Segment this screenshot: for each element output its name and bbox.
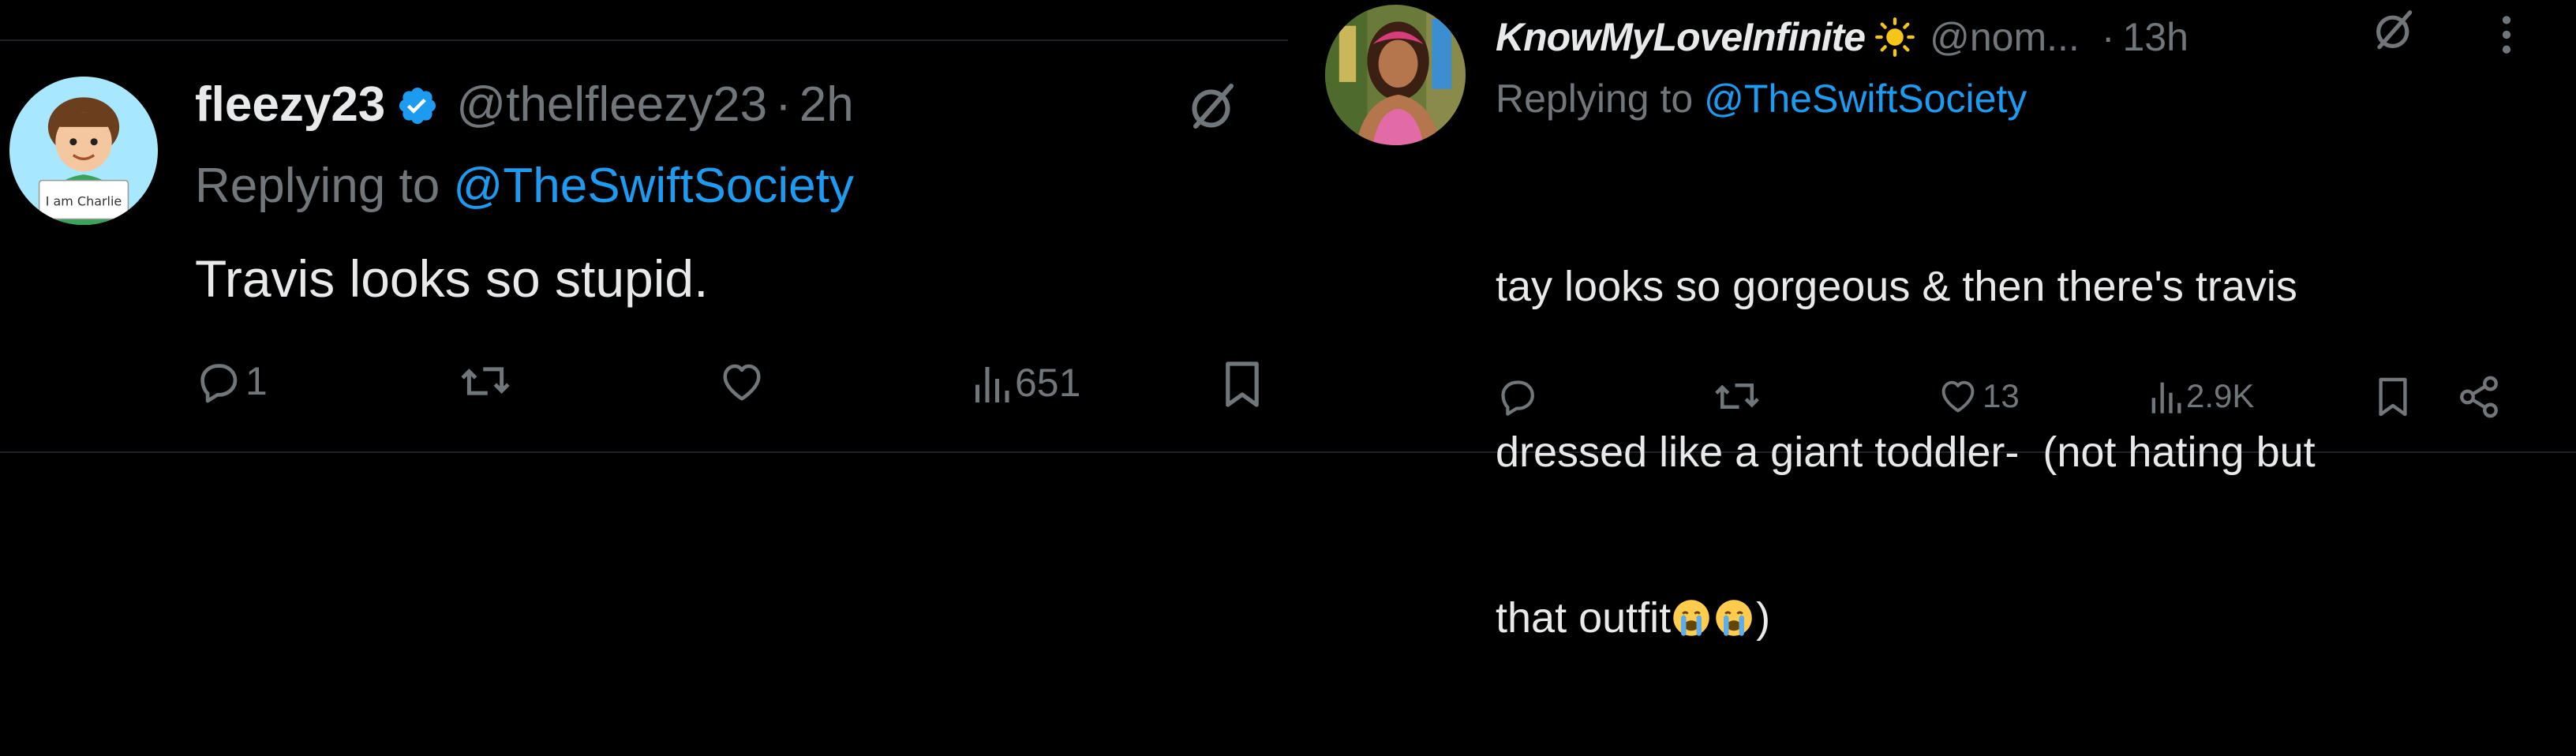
- replying-prefix: Replying to: [195, 159, 440, 213]
- cartoon-boy-holding-sign-avatar: I am Charlie: [9, 77, 158, 225]
- like-count: 13: [1983, 377, 2020, 414]
- timestamp[interactable]: 13h: [2122, 14, 2188, 60]
- grok-slash-icon[interactable]: [2369, 6, 2418, 55]
- separator-dot: ·: [775, 77, 792, 132]
- retweet-icon: [461, 367, 510, 395]
- top-divider: [0, 39, 1288, 41]
- bookmark-button[interactable]: [1222, 359, 1263, 410]
- replying-to-mention[interactable]: @TheSwiftSociety: [1704, 77, 2027, 121]
- handle[interactable]: @nom...: [1930, 14, 2080, 60]
- tweet-knowmyloveinfinite[interactable]: KnowMyLoveInfinite @nom... · 13h Replyin…: [1288, 0, 2576, 642]
- avatar-sign-text: I am Charlie: [46, 194, 122, 209]
- replying-prefix: Replying to: [1496, 77, 1694, 121]
- person-photo-avatar: [1325, 5, 1466, 145]
- heart-icon: [723, 364, 761, 401]
- views-button[interactable]: 651: [971, 359, 1080, 406]
- tweet-text-segment: that outfit: [1496, 594, 1672, 642]
- retweet-button[interactable]: [458, 355, 516, 407]
- more-vertical-icon[interactable]: [2497, 13, 2516, 57]
- bottom-divider: [0, 451, 1288, 453]
- share-button[interactable]: [2456, 374, 2502, 420]
- separator-dot: ·: [2101, 15, 2115, 59]
- tweet-text-line: that outfit😭😭): [1496, 590, 2522, 646]
- timestamp[interactable]: 2h: [799, 77, 854, 133]
- crying-face-emoji-icon: [1713, 597, 1754, 638]
- reply-count: 1: [245, 359, 268, 403]
- display-name[interactable]: KnowMyLoveInfinite: [1496, 14, 1866, 60]
- replying-to-mention[interactable]: @TheSwiftSociety: [453, 159, 853, 213]
- views-count: 651: [1015, 361, 1081, 405]
- avatar[interactable]: I am Charlie: [9, 77, 158, 225]
- views-button[interactable]: 2.9K: [2148, 376, 2254, 417]
- tweet-text-line: dressed like a giant toddler- (not hatin…: [1496, 429, 2316, 476]
- retweet-icon: [1715, 384, 1759, 409]
- reply-button[interactable]: [1495, 374, 1542, 418]
- replying-to: Replying to @TheSwiftSociety: [195, 158, 854, 214]
- tweet-text: tay looks so gorgeous & then there's tra…: [1496, 148, 2522, 756]
- tweet-fleezy23[interactable]: I am Charlie fleezy23 @thelfleezy23 · 2h…: [0, 0, 1288, 468]
- views-count: 2.9K: [2186, 377, 2255, 414]
- reply-button[interactable]: 1: [193, 357, 268, 406]
- replying-to: Replying to @TheSwiftSociety: [1496, 76, 2027, 122]
- share-icon: [2460, 376, 2498, 418]
- like-button[interactable]: [717, 358, 770, 406]
- retweet-button[interactable]: [1713, 372, 1765, 420]
- bookmark-icon: [2379, 377, 2407, 417]
- display-name[interactable]: fleezy23: [195, 77, 385, 133]
- reply-bubble-icon: [200, 364, 238, 403]
- heart-icon: [1941, 380, 1975, 413]
- tweet-text-line: tay looks so gorgeous & then there's tra…: [1496, 263, 2297, 310]
- bookmark-button[interactable]: [2376, 376, 2410, 418]
- tweet-text: Travis looks so stupid.: [195, 249, 709, 308]
- tweet-header: fleezy23 @thelfleezy23 · 2h: [195, 73, 854, 136]
- handle[interactable]: @thelfleezy23: [456, 77, 767, 133]
- verified-badge-icon: [396, 83, 439, 125]
- bookmark-icon: [1226, 361, 1259, 407]
- sun-emoji-icon: [1874, 17, 1915, 58]
- reply-bubble-icon: [1501, 380, 1534, 416]
- avatar[interactable]: [1325, 5, 1466, 145]
- crying-face-emoji-icon: [1671, 597, 1712, 638]
- views-bar-icon: [975, 367, 1009, 402]
- tweet-header: KnowMyLoveInfinite @nom... · 13h: [1496, 9, 2188, 65]
- views-bar-icon: [2151, 382, 2181, 414]
- tweet-text-segment: ): [1756, 594, 1771, 642]
- like-button[interactable]: 13: [1937, 376, 2020, 417]
- grok-slash-icon[interactable]: [1184, 79, 1241, 136]
